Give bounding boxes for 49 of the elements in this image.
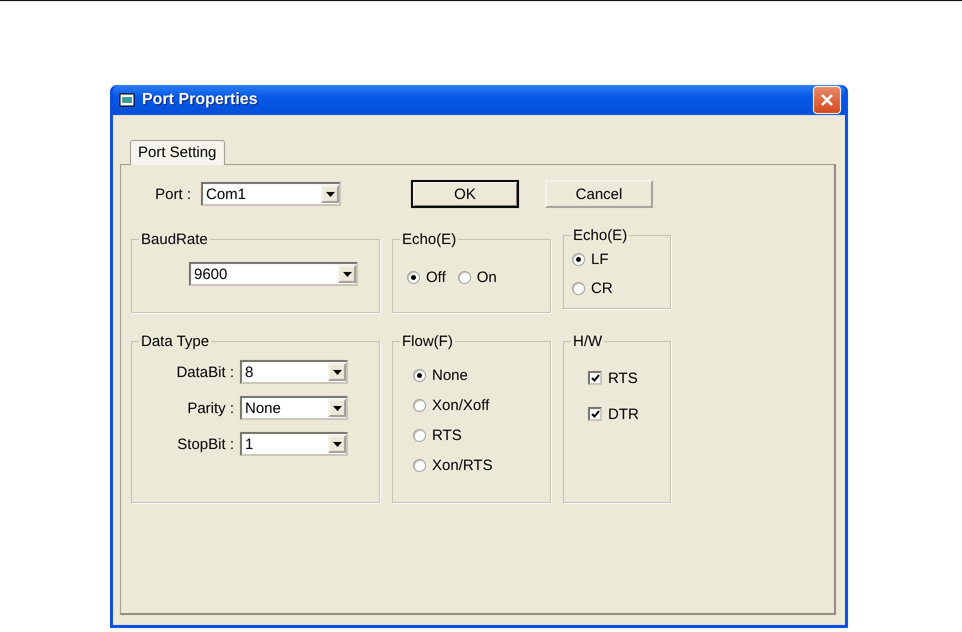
value-dropdown[interactable]: None (240, 396, 348, 420)
option-label: DTR (608, 406, 639, 422)
group-title: Echo(E) (572, 227, 628, 244)
option-label: None (432, 366, 468, 384)
option-label: Xon/RTS (432, 456, 493, 474)
option-label: RTS (432, 426, 462, 444)
group-title: H/W (572, 333, 604, 350)
group-title: Flow(F) (401, 333, 454, 350)
group-title: BaudRate (140, 231, 209, 248)
option-label: LF (591, 250, 609, 268)
field-label: Parity : (187, 400, 234, 416)
check-icon (590, 410, 600, 418)
dropdown-arrow-icon (342, 272, 352, 276)
checkbox[interactable] (588, 407, 602, 421)
dialog-button[interactable]: Cancel (545, 180, 653, 208)
check-icon (590, 374, 600, 382)
radio-button[interactable] (572, 282, 585, 294)
radio-button[interactable] (413, 428, 426, 442)
radio-button[interactable] (407, 270, 420, 284)
group-title: Echo(E) (401, 231, 458, 248)
close-button[interactable] (813, 86, 841, 114)
radio-button[interactable] (413, 458, 426, 472)
radio-button[interactable] (572, 252, 585, 266)
checkbox[interactable] (588, 371, 602, 385)
radio-button[interactable] (458, 270, 471, 284)
dropdown-arrow-icon (332, 442, 342, 446)
option-label: RTS (608, 370, 638, 386)
tab[interactable]: Port Setting (130, 140, 226, 165)
value-dropdown[interactable]: 8 (240, 360, 348, 384)
dialog-button[interactable]: OK (411, 180, 519, 208)
window-icon (119, 93, 135, 107)
option-label: On (476, 268, 497, 286)
field-label: StopBit : (177, 436, 234, 452)
group-title: Data Type (140, 333, 210, 350)
window-title: Port Properties (142, 91, 259, 109)
dropdown-arrow-icon (326, 192, 334, 196)
radio-button[interactable] (413, 398, 426, 412)
radio-button[interactable] (413, 368, 426, 382)
close-icon (820, 93, 834, 107)
baud-rate-dropdown[interactable]: 9600 (189, 262, 358, 286)
option-label: CR (591, 280, 613, 296)
dropdown-arrow-icon (332, 406, 342, 410)
field-label: DataBit : (176, 364, 234, 380)
port-label: Port : (155, 186, 191, 202)
option-label: Xon/Xoff (432, 396, 490, 414)
port-dropdown[interactable]: Com1 (201, 182, 341, 206)
option-label: Off (426, 268, 446, 286)
dropdown-arrow-icon (332, 370, 342, 374)
value-dropdown[interactable]: 1 (240, 432, 348, 456)
